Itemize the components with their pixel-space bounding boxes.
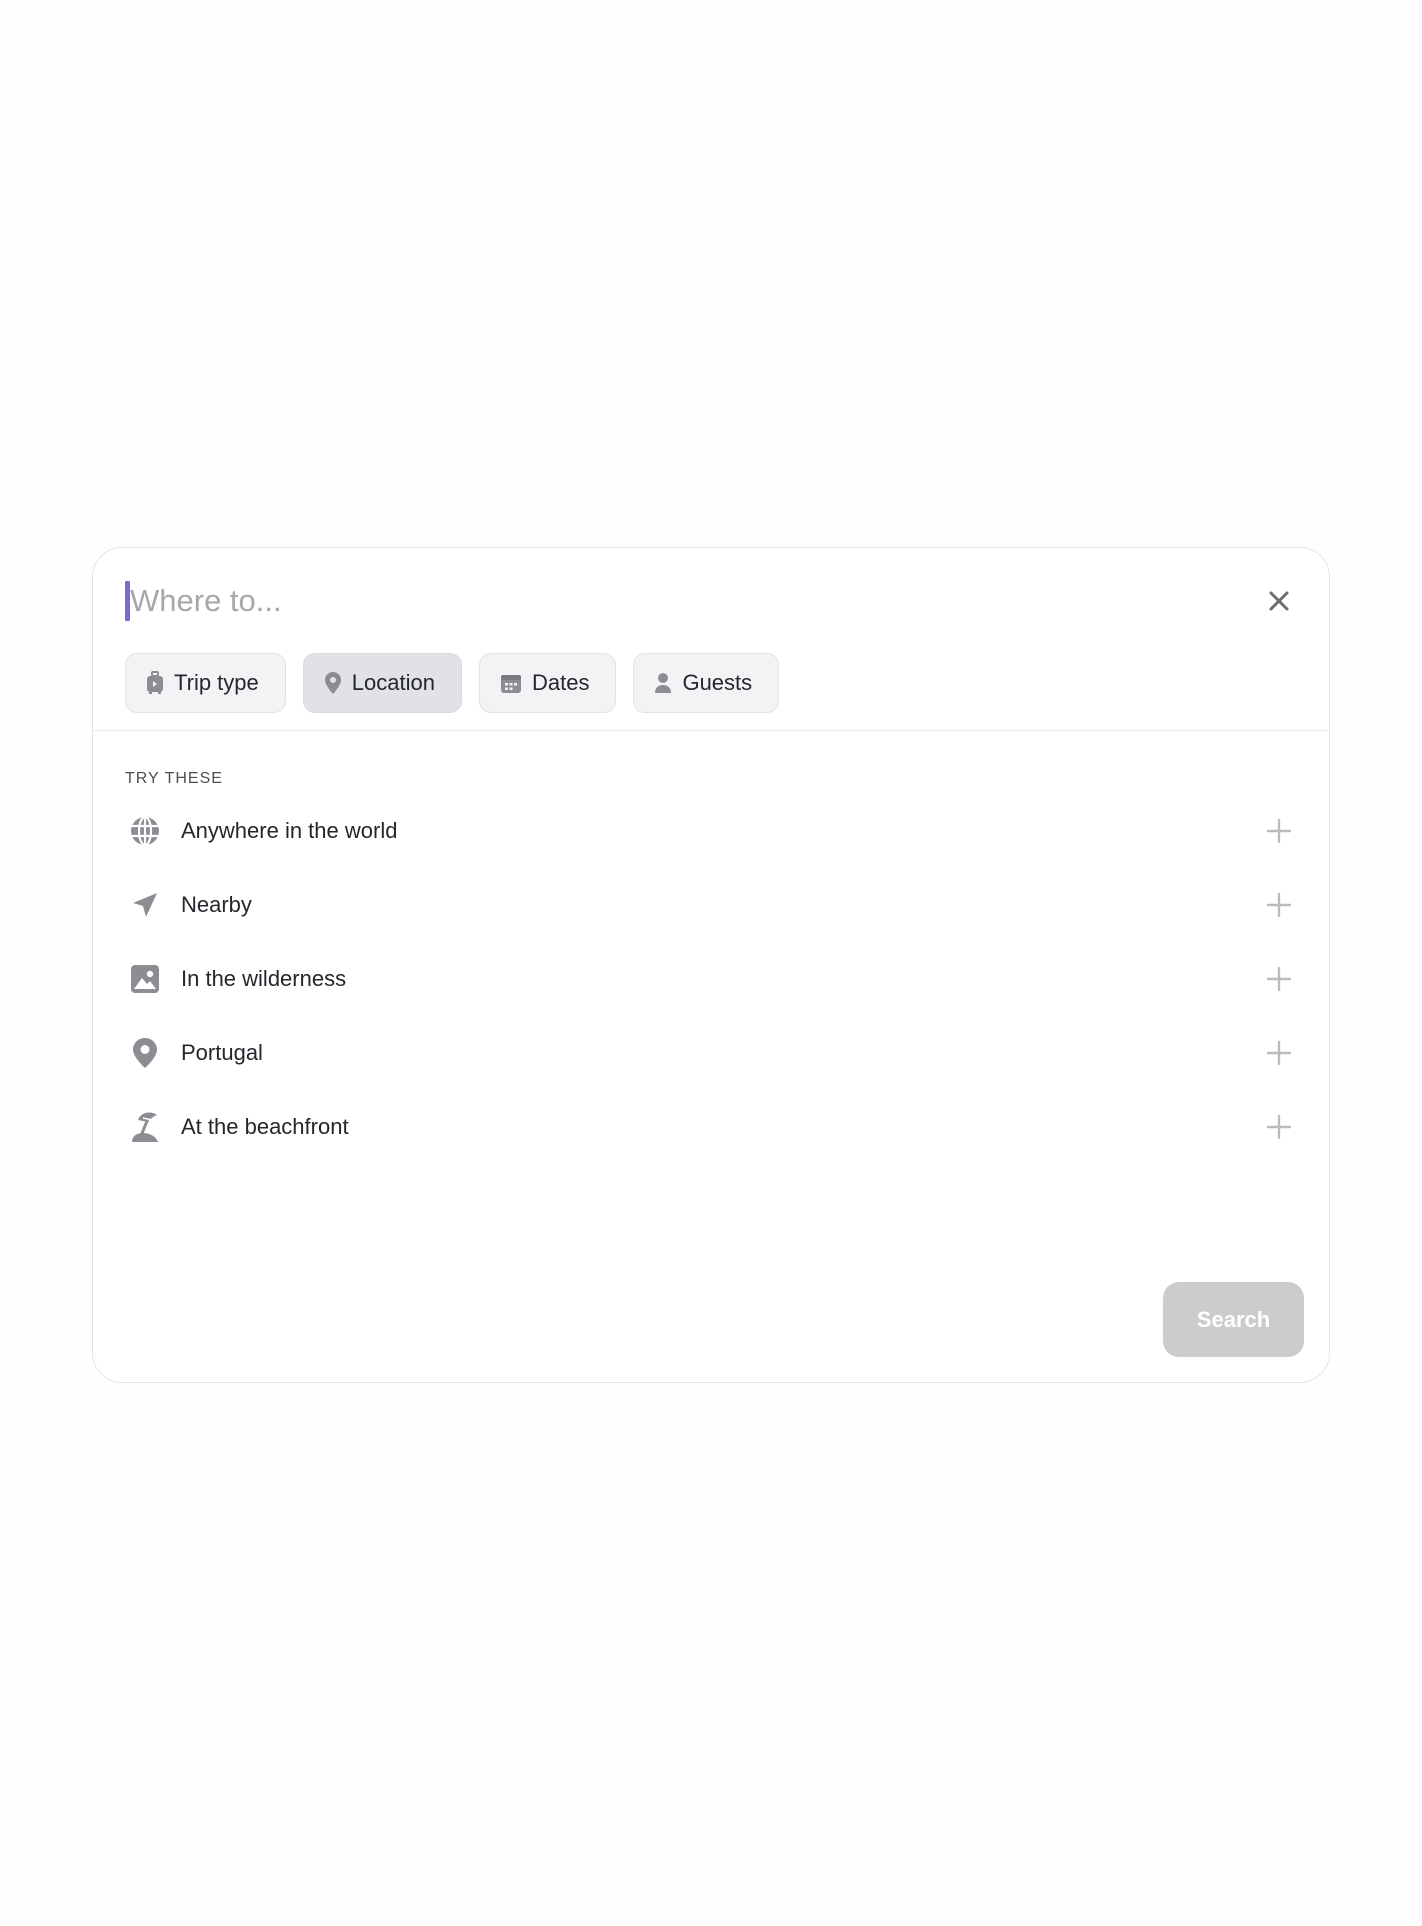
suggestion-anywhere[interactable]: Anywhere in the world <box>125 794 1297 868</box>
add-button[interactable] <box>1261 1109 1297 1145</box>
filter-chips: Trip type Location Dates Guests <box>125 653 780 713</box>
suggestion-label: Anywhere in the world <box>181 818 398 843</box>
add-button[interactable] <box>1261 813 1297 849</box>
map-pin-icon <box>324 672 341 694</box>
filter-label: Dates <box>531 670 590 695</box>
add-button[interactable] <box>1261 961 1297 997</box>
suggestion-portugal[interactable]: Portugal <box>125 1016 1297 1090</box>
suggestion-label: Portugal <box>181 1040 263 1065</box>
search-panel: Trip type Location Da <box>92 547 1330 1383</box>
plus-icon <box>1266 966 1292 992</box>
filter-label: Guests <box>682 670 753 695</box>
search-row <box>125 581 1297 621</box>
add-button[interactable] <box>1261 1035 1297 1071</box>
calendar-icon <box>500 675 521 693</box>
plus-icon <box>1266 1040 1292 1066</box>
beach-umbrella-icon <box>132 1112 158 1142</box>
search-button[interactable]: Search <box>1163 1282 1304 1357</box>
filter-label: Location <box>351 670 435 695</box>
suggestions-section: TRY THESE Anywhere in the world Nearby I… <box>93 731 1329 1164</box>
suggestion-label: In the wilderness <box>181 966 347 991</box>
map-pin-icon <box>133 1038 157 1068</box>
section-heading: TRY THESE <box>125 770 223 787</box>
search-header: Trip type Location Da <box>93 548 1329 731</box>
suitcase-icon <box>147 671 163 694</box>
globe-icon <box>131 815 159 847</box>
filter-label: Trip type <box>174 670 259 695</box>
add-button[interactable] <box>1261 887 1297 923</box>
landscape-image-icon <box>131 965 159 993</box>
filter-dates[interactable]: Dates <box>478 653 617 713</box>
filter-trip-type[interactable]: Trip type <box>125 653 286 713</box>
person-icon <box>655 673 672 693</box>
suggestion-label: Nearby <box>181 892 252 917</box>
filter-guests[interactable]: Guests <box>633 653 780 713</box>
search-input[interactable] <box>130 581 1130 621</box>
close-button[interactable] <box>1261 583 1297 619</box>
suggestion-label: At the beachfront <box>181 1114 349 1139</box>
navigation-arrow-icon <box>133 893 157 917</box>
close-icon <box>1269 591 1289 611</box>
plus-icon <box>1266 818 1292 844</box>
suggestion-nearby[interactable]: Nearby <box>125 868 1297 942</box>
suggestion-wilderness[interactable]: In the wilderness <box>125 942 1297 1016</box>
filter-location[interactable]: Location <box>302 653 462 713</box>
suggestion-list: Anywhere in the world Nearby In the wild… <box>125 794 1297 1164</box>
plus-icon <box>1266 892 1292 918</box>
plus-icon <box>1266 1114 1292 1140</box>
suggestion-beachfront[interactable]: At the beachfront <box>125 1090 1297 1164</box>
